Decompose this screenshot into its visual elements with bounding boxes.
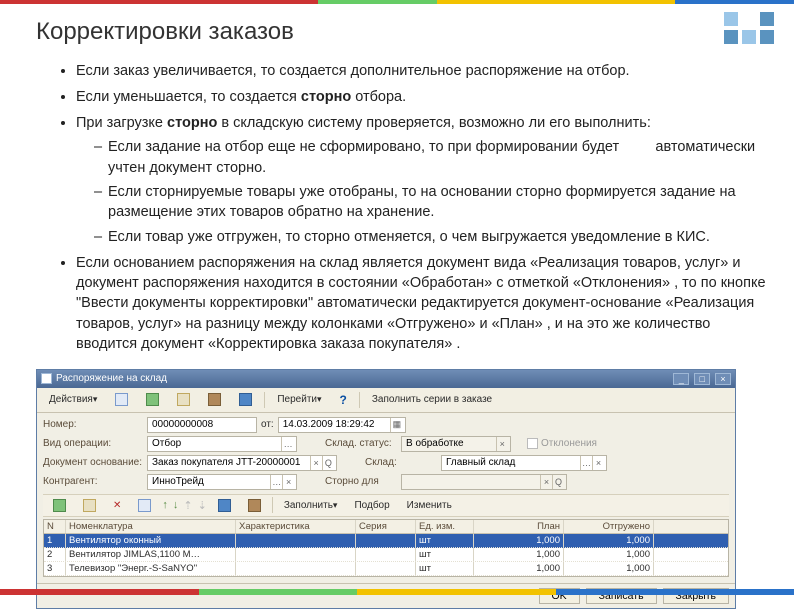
bullet-2: Если уменьшается, то создается сторно от… xyxy=(76,87,766,107)
col-ser[interactable]: Серия xyxy=(356,520,416,533)
col-nom[interactable]: Номенклатура xyxy=(66,520,236,533)
toolbar-btn-2[interactable] xyxy=(140,391,165,408)
close-button[interactable]: × xyxy=(715,373,731,385)
slide-title: Корректировки заказов xyxy=(36,18,766,46)
toolbar-btn-4[interactable] xyxy=(202,391,227,408)
sub-bullet-2: Если сторнируемые товары уже отобраны, т… xyxy=(94,182,766,223)
toolbar-btn-1[interactable] xyxy=(109,391,134,408)
storno-input xyxy=(404,476,540,487)
status-label: Склад. статус: xyxy=(325,438,397,449)
col-ot[interactable]: Отгружено xyxy=(564,520,654,533)
add-row-icon[interactable] xyxy=(47,497,72,514)
table-row[interactable]: 1 Вентилятор оконный шт 1,000 1,000 xyxy=(44,534,728,548)
delete-row-icon[interactable]: ✕ xyxy=(107,498,127,513)
contr-input[interactable] xyxy=(150,476,270,487)
table-row[interactable]: 2 Вентилятор JIMLAS,1100 М… шт 1,000 1,0… xyxy=(44,548,728,562)
open-icon[interactable]: Q xyxy=(552,475,564,489)
deviations-checkbox[interactable]: Отклонения xyxy=(527,438,597,449)
sort-asc-icon[interactable]: ⇡ xyxy=(183,499,192,512)
storno-label: Сторно для xyxy=(325,476,397,487)
select-icon[interactable]: … xyxy=(281,437,294,451)
minimize-button[interactable]: _ xyxy=(673,373,689,385)
sub-bullet-3: Если товар уже отгружен, то сторно отмен… xyxy=(94,227,766,247)
toolbar-btn-3[interactable] xyxy=(171,391,196,408)
number-label: Номер: xyxy=(43,419,143,430)
titlebar: Распоряжение на склад _ □ × xyxy=(37,370,735,388)
title-icon xyxy=(41,373,52,384)
warehouse-label: Склад: xyxy=(365,457,437,468)
col-har[interactable]: Характеристика xyxy=(236,520,356,533)
sub-bullet-1: Если задание на отбор еще не сформирован… xyxy=(94,137,766,178)
clear-icon[interactable]: × xyxy=(496,437,508,451)
optype-input[interactable] xyxy=(150,438,281,449)
pick-button[interactable]: Подбор xyxy=(348,498,395,513)
bullet-3: При загрузке сторно в складскую систему … xyxy=(76,113,766,247)
docbase-label: Документ основание: xyxy=(43,457,143,468)
maximize-button[interactable]: □ xyxy=(694,373,710,385)
col-n[interactable]: N xyxy=(44,520,66,533)
fill-series-button[interactable]: Заполнить серии в заказе xyxy=(366,392,498,407)
clear-icon[interactable]: × xyxy=(540,475,552,489)
app-window: Распоряжение на склад _ □ × Действия▾ Пе… xyxy=(36,369,736,609)
number-input[interactable] xyxy=(150,419,254,430)
grid-icon-a[interactable] xyxy=(212,497,237,514)
table-row[interactable]: 3 Телевизор "Энерг.-S-SaNYO" шт 1,000 1,… xyxy=(44,562,728,576)
toolbar-btn-5[interactable] xyxy=(233,391,258,408)
optype-label: Вид операции: xyxy=(43,438,143,449)
fill-menu[interactable]: Заполнить▾ xyxy=(278,498,344,513)
change-button[interactable]: Изменить xyxy=(401,498,458,513)
edit-row-icon[interactable] xyxy=(77,497,102,514)
move-up-icon[interactable]: ↑ xyxy=(162,499,168,511)
help-button[interactable]: ? xyxy=(334,391,353,409)
date-input[interactable] xyxy=(281,419,390,430)
copy-row-icon[interactable] xyxy=(132,497,157,514)
status-input xyxy=(404,438,496,449)
select-icon[interactable]: … xyxy=(580,456,592,470)
docbase-input[interactable] xyxy=(150,457,310,468)
bullet-1: Если заказ увеличивается, то создается д… xyxy=(76,61,766,81)
clear-icon[interactable]: × xyxy=(282,475,294,489)
warehouse-input[interactable] xyxy=(444,457,580,468)
items-grid: N Номенклатура Характеристика Серия Ед. … xyxy=(43,519,729,577)
date-prefix: от: xyxy=(261,419,274,430)
clear-icon[interactable]: × xyxy=(310,456,322,470)
col-pla[interactable]: План xyxy=(474,520,564,533)
bullet-list: Если заказ увеличивается, то создается д… xyxy=(36,61,766,355)
open-icon[interactable]: Q xyxy=(322,456,334,470)
move-down-icon[interactable]: ↓ xyxy=(173,499,179,511)
select-icon[interactable]: … xyxy=(270,475,282,489)
goto-menu[interactable]: Перейти▾ xyxy=(271,392,327,407)
top-color-stripe xyxy=(0,0,794,4)
clear-icon[interactable]: × xyxy=(592,456,604,470)
actions-menu[interactable]: Действия▾ xyxy=(43,392,103,407)
bottom-color-stripe xyxy=(0,589,794,595)
calendar-icon[interactable]: ▦ xyxy=(390,418,403,432)
logo-squares xyxy=(724,12,774,44)
bullet-4: Если основанием распоряжения на склад яв… xyxy=(76,253,766,354)
sort-desc-icon[interactable]: ⇣ xyxy=(198,499,207,512)
grid-toolbar: ✕ ↑ ↓ ⇡ ⇣ Заполнить▾ Подбор Изменить xyxy=(43,494,729,517)
window-title: Распоряжение на склад xyxy=(56,373,167,384)
grid-icon-b[interactable] xyxy=(242,497,267,514)
contr-label: Контрагент: xyxy=(43,476,143,487)
col-ed[interactable]: Ед. изм. xyxy=(416,520,474,533)
main-toolbar: Действия▾ Перейти▾ ? Заполнить серии в з… xyxy=(37,388,735,413)
